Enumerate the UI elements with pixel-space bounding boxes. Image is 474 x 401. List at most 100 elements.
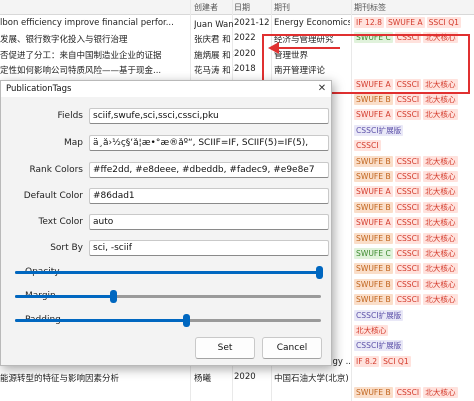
row-tags: SWUFE A CSSCI 北大核心: [354, 217, 474, 230]
publication-tag: SWUFE B: [354, 201, 393, 213]
publication-tag: SWUFE A: [354, 217, 393, 229]
close-icon[interactable]: ✕: [315, 82, 329, 96]
publication-tag: SCI Q1: [381, 355, 411, 367]
publication-tag: CSSCI: [394, 294, 422, 306]
row-title: 能源转型的特征与影响因素分析: [0, 374, 120, 385]
publication-tag: SWUFE A: [385, 17, 425, 28]
publication-tag: 北大核心: [423, 155, 458, 167]
annotation-arrow-head: [268, 42, 279, 54]
text-color-input[interactable]: [89, 214, 329, 230]
fields-input[interactable]: [89, 108, 329, 124]
sort-by-input[interactable]: [89, 240, 329, 256]
default-color-label: Default Color: [23, 191, 83, 201]
row-creator: 施炳展 和 李建桐: [194, 50, 234, 61]
publication-tag: CSSCI: [394, 386, 422, 398]
publication-tag: 北大核心: [423, 217, 458, 229]
publication-tag: 北大核心: [423, 386, 458, 398]
publication-tag: CSSCI: [394, 248, 422, 259]
publication-tag: 北大核心: [423, 294, 458, 306]
margin-slider-fill: [15, 295, 113, 298]
dialog-titlebar[interactable]: PublicationTags ✕: [1, 81, 331, 97]
publication-tag: CSSCI: [394, 94, 422, 105]
text-color-label: Text Color: [38, 217, 83, 227]
default-color-input[interactable]: [89, 188, 329, 204]
column-header-date[interactable]: 日期: [234, 2, 250, 13]
row-tags: SWUFE B CSSCI 北大核心: [354, 171, 474, 184]
row-tags: SWUFE B CSSCI 北大核心: [354, 201, 474, 215]
row-tags: SWUFE A CSSCI 北大核心: [354, 109, 474, 122]
padding-slider[interactable]: [15, 314, 321, 327]
row-title: 否促进了分工：来自中国制造业企业的证据: [0, 50, 162, 61]
row-tags: SWUFE B CSSCI 北大核心: [354, 386, 474, 400]
row-creator: 张庆君 和 陈思: [194, 35, 234, 46]
row-tags: 北大核心: [354, 325, 474, 338]
row-tags: SWUFE B CSSCI 北大核心: [354, 294, 474, 307]
annotation-arrow-shaft: [278, 47, 340, 49]
table-row[interactable]: 能源转型的特征与影响因素分析 杨曦 2020 中国石油大学(北京): [0, 370, 474, 385]
padding-slider-thumb[interactable]: [183, 314, 191, 327]
publication-tag: SWUFE B: [354, 263, 393, 275]
opacity-slider-thumb[interactable]: [316, 266, 324, 279]
column-header-publication[interactable]: 期刊: [274, 2, 290, 13]
publication-tag: IF 8.2: [354, 355, 380, 367]
table-row[interactable]: lbon efficiency improve financial perfor…: [0, 16, 474, 31]
publication-tag: CSSCI扩展版: [354, 124, 404, 136]
row-tags: SWUFE B CSSCI 北大核心: [354, 278, 474, 292]
row-publication: Energy Economics: [274, 18, 350, 28]
publication-tag: CSSCI: [394, 171, 422, 182]
publication-tag: CSSCI: [394, 155, 422, 167]
row-date: 2020: [234, 372, 256, 383]
map-input[interactable]: [89, 135, 329, 151]
publication-tag: 北大核心: [423, 263, 458, 275]
column-header-tags[interactable]: 期刊标签: [354, 2, 386, 13]
row-title: lbon efficiency improve financial perfor…: [0, 18, 174, 28]
publication-tag: 北大核心: [423, 201, 458, 213]
row-title: 发展、银行数字化投入与银行治理: [0, 35, 128, 46]
publication-tag: CSSCI: [394, 109, 422, 121]
fields-label: Fields: [57, 111, 83, 121]
row-creator: 花马涛 和 徐飞: [194, 66, 234, 77]
publication-tag: CSSCI: [354, 140, 381, 152]
row-tags: CSSCI: [354, 140, 474, 153]
publication-tag: 北大核心: [423, 232, 458, 244]
publication-tag: CSSCI: [394, 217, 422, 229]
publication-tag: SWUFE B: [354, 232, 393, 244]
publication-tag: 北大核心: [423, 109, 458, 121]
row-title: 定性如何影响公司特质风险——基于现金...: [0, 66, 162, 77]
row-tags: IF 12.8 SWUFE A SSCI Q1: [354, 17, 474, 30]
row-creator: Juan Wang 等: [194, 20, 234, 30]
rank-colors-label: Rank Colors: [29, 165, 83, 175]
set-button[interactable]: Set: [195, 337, 255, 359]
row-tags: SWUFE B CSSCI 北大核心: [354, 155, 474, 169]
publication-tag: 北大核心: [423, 186, 458, 198]
publication-tag: SWUFE B: [354, 155, 393, 167]
publication-tag: SWUFE C: [354, 248, 393, 259]
dialog-title: PublicationTags: [6, 84, 72, 94]
publication-tag: CSSCI: [394, 201, 422, 213]
row-tags: SWUFE B CSSCI 北大核心: [354, 94, 474, 107]
map-label: Map: [64, 138, 83, 148]
row-tags: CSSCI扩展版: [354, 124, 474, 138]
opacity-slider[interactable]: [15, 266, 324, 279]
publication-tag: SWUFE B: [354, 171, 393, 182]
publication-tag: 北大核心: [423, 171, 458, 182]
row-tags: CSSCI扩展版: [354, 309, 474, 323]
rank-colors-input[interactable]: [89, 162, 329, 178]
publication-tag: CSSCI扩展版: [354, 340, 404, 352]
table-header: 创建者 日期 期刊 期刊标签: [0, 0, 474, 15]
row-creator: 杨曦: [194, 374, 212, 385]
publication-tag: SWUFE B: [354, 94, 393, 105]
cancel-button[interactable]: Cancel: [262, 337, 322, 359]
sort-by-label: Sort By: [50, 243, 83, 253]
publication-tag: IF 12.8: [354, 17, 384, 28]
margin-slider[interactable]: [15, 290, 321, 303]
opacity-slider-fill: [15, 271, 320, 274]
publication-tag: SWUFE A: [354, 109, 393, 121]
table-row[interactable]: SWUFE B CSSCI 北大核心: [0, 386, 474, 401]
margin-slider-thumb[interactable]: [109, 290, 117, 303]
publication-tag: CSSCI扩展版: [354, 309, 404, 321]
row-tags: SWUFE B CSSCI 北大核心: [354, 263, 474, 276]
row-tags: SWUFE C CSSCI 北大核心: [354, 248, 474, 261]
column-header-creator[interactable]: 创建者: [194, 2, 218, 13]
row-tags: CSSCI扩展版: [354, 340, 474, 353]
